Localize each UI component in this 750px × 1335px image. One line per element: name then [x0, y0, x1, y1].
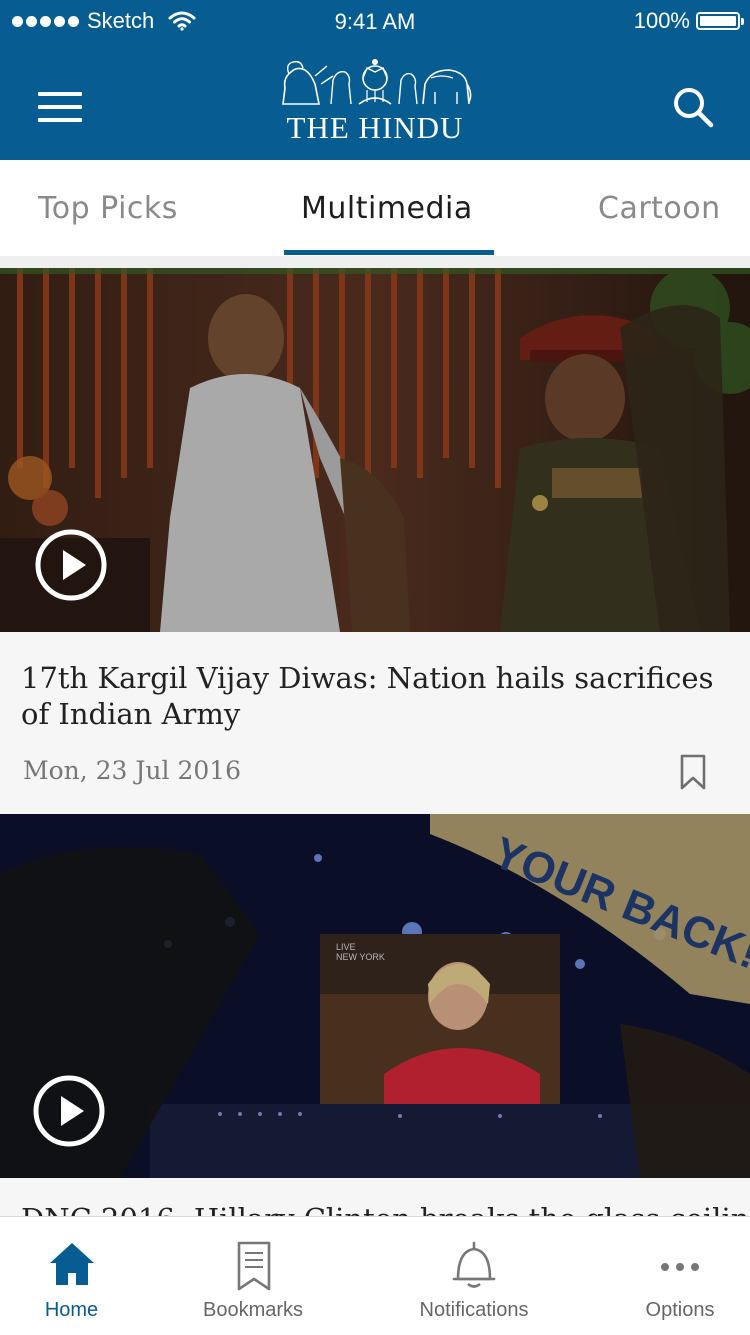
tab-top-picks[interactable]: Top Picks: [38, 160, 178, 256]
nav-bookmarks[interactable]: Bookmarks: [180, 1217, 326, 1335]
bottom-navigation: Home Bookmarks Notifications Options: [0, 1216, 750, 1335]
article-date: Mon, 23 Jul 2016: [23, 756, 242, 785]
battery-status: 100%: [633, 8, 744, 34]
article-video-thumbnail[interactable]: LIVE NEW YORK YOUR BACK!: [0, 814, 750, 1178]
nav-label: Bookmarks: [202, 1299, 304, 1321]
tab-multimedia[interactable]: Multimedia: [301, 160, 473, 256]
nav-home[interactable]: Home: [0, 1217, 143, 1335]
hindu-emblem-icon: [282, 59, 472, 105]
battery-percent: 100%: [633, 8, 690, 33]
nav-notifications[interactable]: Notifications: [400, 1217, 548, 1335]
status-bar: Sketch 9:41 AM 100%: [0, 0, 750, 42]
image-dim-overlay: [0, 268, 750, 632]
bookmark-icon[interactable]: [680, 754, 706, 790]
article-video-thumbnail[interactable]: [0, 268, 750, 632]
tab-cartoon[interactable]: Cartoon: [598, 160, 721, 256]
nav-label: Notifications: [419, 1299, 529, 1321]
app-header: Sketch 9:41 AM 100% THE HINDU: [0, 0, 750, 160]
search-icon[interactable]: [672, 86, 714, 128]
article-card: 17th Kargil Vijay Diwas: Nation hails sa…: [0, 632, 750, 814]
play-video-icon[interactable]: [34, 528, 108, 602]
play-video-icon[interactable]: [32, 1074, 106, 1148]
brand-name: THE HINDU: [286, 110, 464, 145]
nav-label: Options: [645, 1299, 715, 1321]
bookmarks-icon: [237, 1241, 271, 1291]
home-icon: [50, 1243, 94, 1285]
battery-icon: [696, 12, 744, 30]
more-dots-icon: [661, 1263, 699, 1271]
active-tab-indicator: [284, 250, 494, 255]
nav-options[interactable]: Options: [620, 1217, 740, 1335]
hamburger-menu-icon[interactable]: [38, 92, 82, 122]
article-card: DNC 2016: Hillary Clinton breaks the gla…: [0, 1178, 750, 1218]
the-hindu-logo: THE HINDU: [270, 54, 480, 145]
section-tabs: Top Picks Multimedia Cartoon: [0, 160, 750, 257]
nav-label: Home: [44, 1299, 99, 1321]
image-dim-overlay: [0, 814, 750, 1178]
article-headline[interactable]: 17th Kargil Vijay Diwas: Nation hails sa…: [21, 660, 721, 732]
bell-icon: [452, 1241, 496, 1288]
divider: [0, 256, 750, 268]
